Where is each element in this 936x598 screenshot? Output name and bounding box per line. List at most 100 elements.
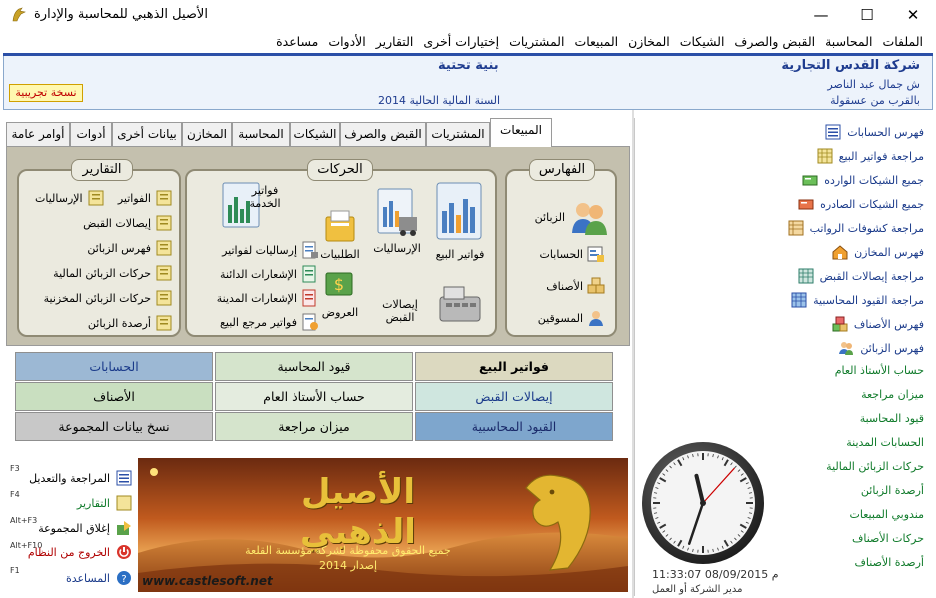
credit-notes-label: الإشعارات الدائنة (220, 267, 297, 281)
sales-invoice-icon (436, 182, 482, 240)
link-review-sales-invoices[interactable]: مراجعة فواتير البيع (817, 148, 924, 164)
tab-tools[interactable]: أدوات (70, 122, 112, 147)
banner-version: إصدار 2014 (318, 559, 378, 572)
link-accounts-index[interactable]: فهرس الحسابات (825, 124, 924, 140)
report-receipts[interactable]: إيصالات القبض (83, 214, 173, 232)
quick-items[interactable]: الأصناف (15, 382, 213, 411)
link-trial-balance[interactable]: ميزان مراجعة (861, 388, 924, 401)
offers-button[interactable]: $ العروض (315, 267, 365, 319)
outgoing-cheque-icon (798, 199, 814, 210)
tab-accounting[interactable]: المحاسبة (232, 122, 290, 147)
link-stores-index[interactable]: فهرس المخازن (832, 244, 924, 260)
link-review-payslips-label: مراجعة كشوفات الرواتب (809, 221, 924, 235)
tab-general-commands[interactable]: أوامر عامة (6, 122, 70, 147)
menu-sales[interactable]: المبيعات (569, 34, 623, 49)
quick-receipt-vouchers[interactable]: إيصالات القبض (415, 382, 613, 411)
group-reports-title: التقارير (71, 159, 133, 181)
company-address-1: ش جمال عبد الناصر (827, 78, 920, 91)
debit-note-icon (302, 289, 316, 307)
tab-cheques[interactable]: الشيكات (290, 122, 340, 147)
link-review-receipts[interactable]: مراجعة إيصالات القبض (798, 268, 924, 284)
quick-accounting-entries[interactable]: قيود المحاسبة (215, 352, 413, 381)
invoice-grid-icon (817, 148, 833, 164)
shortcut-close-group[interactable]: إغلاق المجموعة (38, 520, 132, 536)
debit-notes-button[interactable]: الإشعارات المدينة (217, 289, 319, 307)
link-review-sales-invoices-label: مراجعة فواتير البيع (838, 149, 924, 163)
quick-general-ledger[interactable]: حساب الأستاذ العام (215, 382, 413, 411)
sales-return-invoices-button[interactable]: فواتير مرجع البيع (220, 313, 319, 331)
link-item-movements[interactable]: حركات الأصناف (852, 532, 924, 545)
menu-receipts-payments[interactable]: القبض والصرف (729, 34, 820, 49)
dispatch-to-invoices-button[interactable]: إرساليات لفواتير (222, 241, 319, 259)
minimize-button[interactable]: — (798, 0, 844, 30)
index-marketers[interactable]: المسوقين (538, 309, 605, 327)
index-accounts[interactable]: الحسابات (540, 245, 605, 263)
link-items-index[interactable]: فهرس الأصناف (832, 316, 924, 332)
banner-website[interactable]: www.castlesoft.net (142, 574, 273, 588)
items-boxes-icon (832, 316, 848, 332)
link-customer-financial-movements[interactable]: حركات الزبائن المالية (826, 460, 924, 473)
report-invoices-label: الفواتير (117, 191, 151, 205)
menu-files[interactable]: الملفات (877, 34, 928, 49)
tab-purchases[interactable]: المشتريات (426, 122, 490, 147)
menu-purchases[interactable]: المشتريات (504, 34, 569, 49)
report-customer-stock[interactable]: حركات الزبائن المخزنية (44, 289, 173, 307)
sales-invoices-button[interactable]: فواتير البيع (431, 181, 489, 261)
quick-sales-invoices[interactable]: فواتير البيع (415, 352, 613, 381)
report-customer-balances[interactable]: أرصدة الزبائن (88, 314, 173, 332)
link-customer-balances[interactable]: أرصدة الزبائن (861, 484, 924, 497)
link-accounting-entries[interactable]: قيود المحاسبة (860, 412, 924, 425)
tab-other-data[interactable]: بيانات أخرى (112, 122, 182, 147)
shortcut-reports[interactable]: التقارير (77, 495, 132, 511)
orders-button[interactable]: الطلبيات (315, 209, 365, 261)
shortcut-help[interactable]: ? المساعدة (66, 570, 132, 586)
credit-notes-button[interactable]: الإشعارات الدائنة (220, 265, 319, 283)
quick-trial-balance[interactable]: ميزان مراجعة (215, 412, 413, 441)
menu-other-options[interactable]: إختيارات أخرى (418, 34, 504, 49)
link-customers-index[interactable]: فهرس الزبائن (838, 340, 924, 356)
link-sales-representatives[interactable]: مندوبي المبيعات (850, 508, 924, 521)
menu-accounting[interactable]: المحاسبة (820, 34, 877, 49)
accounts-index-icon (825, 124, 841, 140)
report-dispatches[interactable]: الإرساليات (35, 189, 105, 207)
window-title: الأصيل الذهبي للمحاسبة والإدارة (34, 7, 208, 22)
tab-stores[interactable]: المخازن (182, 122, 232, 147)
dispatches-button[interactable]: الإرساليات (367, 187, 427, 255)
menu-reports[interactable]: التقارير (371, 34, 419, 49)
group-movements-title: الحركات (307, 159, 373, 181)
link-incoming-cheques[interactable]: جميع الشيكات الوارده (802, 172, 924, 188)
link-general-ledger[interactable]: حساب الأستاذ العام (835, 364, 924, 377)
shortcut-exit-system[interactable]: الخروج من النظام (28, 544, 132, 560)
report-customer-financial[interactable]: حركات الزبائن المالية (53, 264, 173, 282)
link-item-balances[interactable]: أرصدة الأصناف (855, 556, 925, 569)
service-invoices-button[interactable]: فواتير الخدمة (201, 181, 285, 228)
dispatch-icon (377, 188, 417, 236)
tab-sales[interactable]: المبيعات (490, 118, 552, 147)
report-invoices[interactable]: الفواتير (118, 189, 173, 207)
report-dispatch-icon (88, 190, 104, 206)
menu-tools[interactable]: الأدوات (323, 34, 370, 49)
report-invoices-icon (156, 190, 172, 206)
shortcut-review-edit[interactable]: المراجعة والتعديل (29, 470, 132, 486)
index-items[interactable]: الأصناف (546, 277, 605, 295)
menu-stores[interactable]: المخازن (623, 34, 675, 49)
quick-journal-entries[interactable]: القيود المحاسبية (415, 412, 613, 441)
close-button[interactable]: ✕ (890, 0, 936, 30)
dispatches-label: الإرساليات (373, 242, 421, 255)
link-review-journal-entries[interactable]: مراجعة القيود المحاسبية (791, 292, 924, 308)
quick-backup-group-data[interactable]: نسخ بيانات المجموعة (15, 412, 213, 441)
report-receipts-icon (156, 215, 172, 231)
quick-accounts[interactable]: الحسابات (15, 352, 213, 381)
menu-cheques[interactable]: الشيكات (675, 34, 730, 49)
company-address-2: بالقرب من عسقولة (830, 94, 920, 107)
report-customers-index[interactable]: فهرس الزبائن (87, 239, 173, 257)
menu-help[interactable]: مساعدة (271, 34, 323, 49)
link-debtor-accounts[interactable]: الحسابات المدينة (846, 436, 924, 449)
index-customers[interactable]: الزبائن (535, 197, 609, 237)
tab-receipts-payments[interactable]: القبض والصرف (340, 122, 426, 147)
link-outgoing-cheques[interactable]: جميع الشيكات الصادره (798, 196, 924, 212)
dispatch-to-invoices-label: إرساليات لفواتير (222, 243, 297, 257)
maximize-button[interactable]: ☐ (844, 0, 890, 30)
receipt-vouchers-button[interactable]: إيصالات القبض (382, 283, 489, 324)
link-review-payslips[interactable]: مراجعة كشوفات الرواتب (788, 220, 924, 236)
